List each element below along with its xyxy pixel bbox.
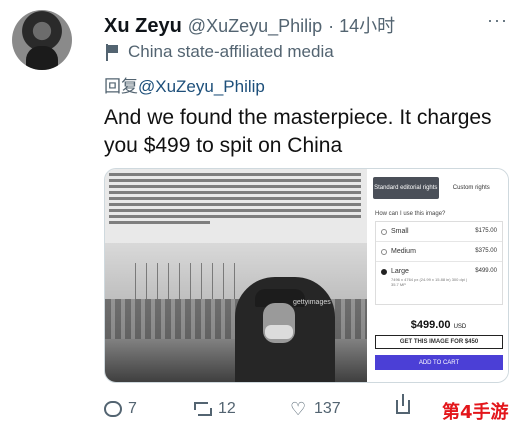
- reply-button[interactable]: 7: [104, 400, 137, 418]
- size-option-small[interactable]: Small $175.00: [376, 222, 502, 242]
- site-watermark: 第4手游: [442, 402, 509, 423]
- share-button[interactable]: [396, 394, 416, 414]
- size-option-medium[interactable]: Medium $375.00: [376, 242, 502, 262]
- reply-count: 7: [128, 400, 137, 417]
- share-icon: [396, 394, 410, 414]
- reply-prefix: 回复: [104, 77, 138, 96]
- reply-mention[interactable]: @XuZeyu_Philip: [138, 77, 265, 96]
- retweet-button[interactable]: 12: [194, 400, 236, 418]
- photo-caption: [109, 173, 361, 227]
- add-to-cart-button[interactable]: ADD TO CART: [375, 355, 503, 370]
- tweet-media[interactable]: gettyimages Standard editorial rights Cu…: [104, 168, 509, 383]
- usage-question-link[interactable]: How can I use this image?: [375, 211, 445, 217]
- state-media-label-text: China state-affiliated media: [128, 42, 334, 61]
- heart-icon: ♡: [290, 399, 307, 419]
- flag-icon: [104, 43, 120, 61]
- screenshot-article: gettyimages: [105, 169, 367, 382]
- like-count: 137: [314, 400, 341, 417]
- reply-icon: [104, 401, 122, 417]
- total-price: $499.00 USD: [410, 319, 467, 331]
- licensing-panel: Standard editorial rights Custom rights …: [367, 169, 508, 382]
- getty-watermark: gettyimages: [293, 299, 331, 306]
- size-large-label: Large: [391, 268, 409, 275]
- tweet-header: Xu Zeyu @XuZeyu_Philip · 14小时: [104, 12, 395, 38]
- tweet-time[interactable]: · 14小时: [328, 12, 395, 38]
- get-image-button[interactable]: GET THIS IMAGE FOR $450: [375, 335, 503, 349]
- reply-context: 回复@XuZeyu_Philip: [104, 72, 265, 97]
- radio-icon: [381, 249, 387, 255]
- author-handle[interactable]: @XuZeyu_Philip: [188, 16, 322, 37]
- rights-tabs: Standard editorial rights Custom rights: [373, 177, 504, 199]
- news-photo: gettyimages: [105, 243, 367, 382]
- tab-standard-rights[interactable]: Standard editorial rights: [373, 177, 439, 199]
- tweet-text: And we found the masterpiece. It charges…: [104, 106, 492, 157]
- retweet-count: 12: [218, 400, 236, 417]
- like-button[interactable]: ♡ 137: [290, 400, 341, 418]
- more-options-icon[interactable]: ···: [487, 10, 508, 31]
- size-large-dims: 7496 x 4764 px (24.99 x 15.88 in) 300 dp…: [391, 277, 467, 287]
- tab-custom-rights[interactable]: Custom rights: [439, 177, 505, 199]
- retweet-icon: [194, 401, 212, 417]
- radio-icon: [381, 229, 387, 235]
- state-media-label[interactable]: China state-affiliated media: [104, 42, 334, 62]
- size-option-large[interactable]: Large 7496 x 4764 px (24.99 x 15.88 in) …: [376, 262, 502, 304]
- author-name[interactable]: Xu Zeyu: [104, 15, 182, 38]
- avatar[interactable]: [12, 10, 72, 70]
- size-options: Small $175.00 Medium $375.00 Large 7496 …: [375, 221, 503, 305]
- radio-selected-icon: [381, 269, 387, 275]
